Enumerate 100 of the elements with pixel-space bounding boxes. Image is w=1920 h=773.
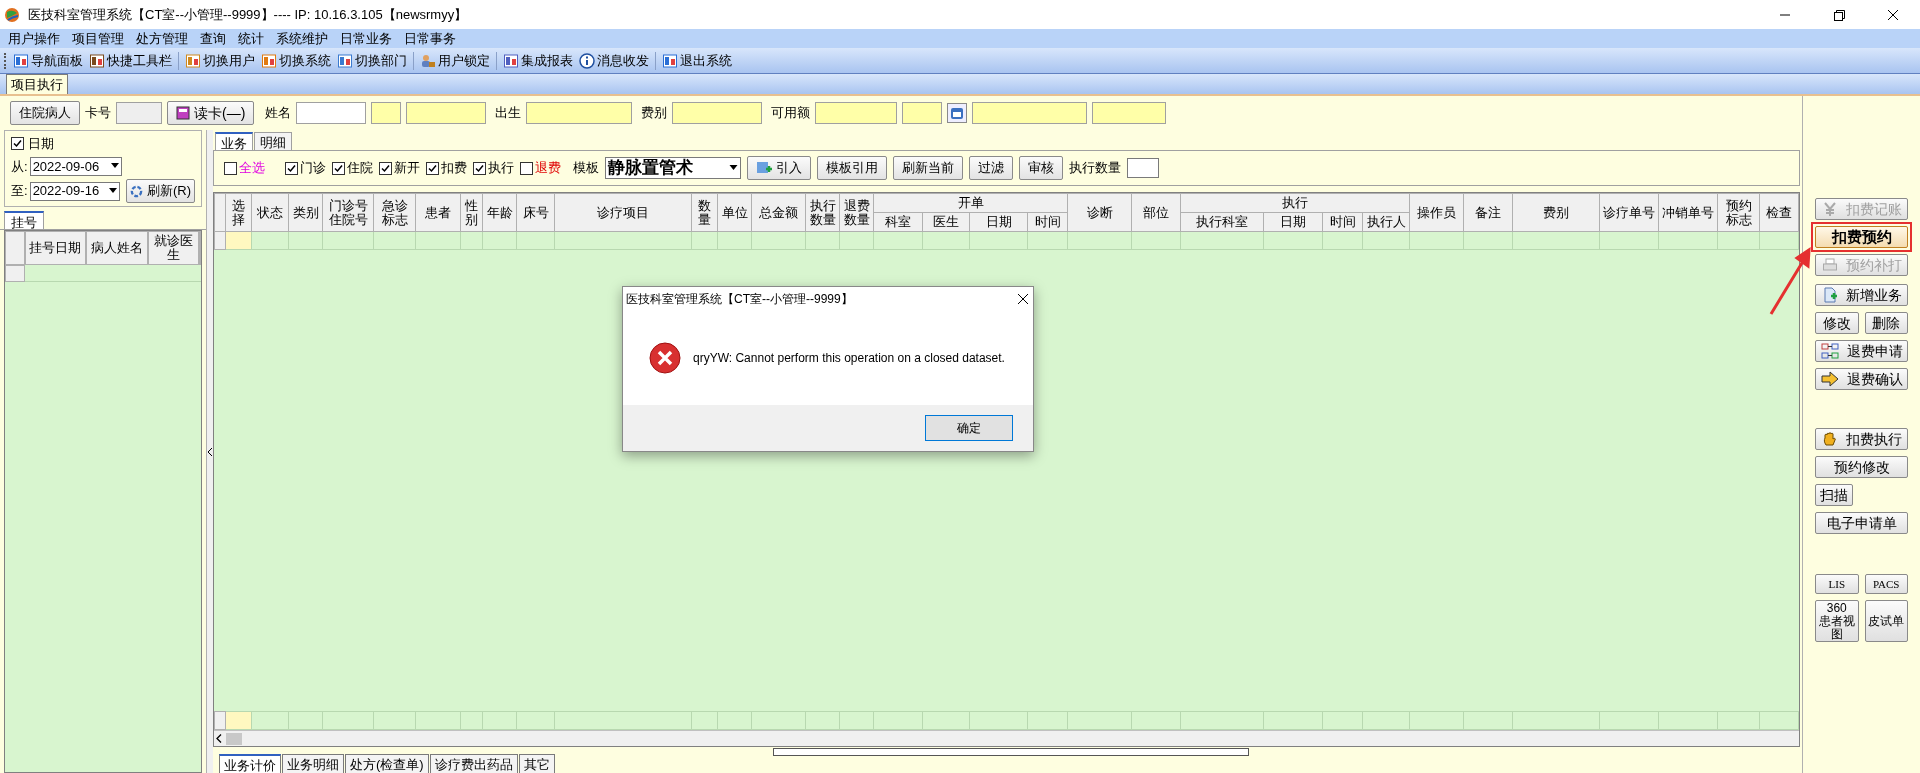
read-card-button[interactable]: 读卡(—) (167, 101, 255, 125)
tab[interactable]: 诊疗费出药品 (429, 754, 518, 773)
column-header: 单位 (717, 193, 752, 232)
menu-item[interactable]: 日常业务 (334, 28, 398, 49)
refresh-button[interactable]: 刷新(R) (125, 179, 195, 203)
column-header: 执行数量 (805, 193, 840, 232)
tab[interactable]: 其它 (518, 754, 555, 773)
sidebar-button[interactable]: 删除 (1864, 312, 1908, 334)
sidebar-button[interactable]: 扣费预约 (1815, 226, 1908, 248)
column-header: 病人姓名 (86, 231, 148, 265)
table-cell (288, 711, 323, 730)
date-picker[interactable]: 2022-09-06 (29, 156, 122, 176)
toolbar-button[interactable]: 刷新当前 (893, 156, 963, 180)
splitter-handle[interactable] (773, 748, 1249, 756)
checkbox-label: 全选 (239, 159, 265, 178)
toolbar-button[interactable]: 退出系统 (660, 50, 734, 71)
text-field[interactable] (1092, 102, 1167, 124)
table-cell (1599, 711, 1659, 730)
toolbar-button[interactable]: 切换部门 (335, 50, 409, 71)
menu-item[interactable]: 日常事务 (398, 28, 462, 49)
text-field[interactable] (972, 102, 1088, 124)
toolbar-button[interactable]: 过滤 (969, 156, 1013, 180)
table-cell (873, 711, 923, 730)
date-picker[interactable]: 2022-09-16 (29, 181, 120, 201)
refresh-icon (129, 184, 143, 198)
text-field[interactable] (526, 102, 633, 124)
table-cell (839, 711, 874, 730)
sidebar-button[interactable]: 皮试单 (1864, 600, 1908, 642)
toolbar-button[interactable]: 用户锁定 (418, 50, 492, 71)
text-field[interactable] (902, 102, 943, 124)
text-field[interactable] (406, 102, 487, 124)
sidebar-button[interactable]: 扫描 (1815, 484, 1853, 506)
checkbox[interactable] (11, 137, 24, 151)
ok-button[interactable]: 确定 (925, 415, 1013, 441)
toolbar-button[interactable]: 引入 (747, 156, 811, 180)
calendar-button[interactable] (947, 103, 968, 123)
toolbar-button[interactable]: 模板引用 (817, 156, 887, 180)
checkbox[interactable] (520, 161, 533, 175)
checkbox[interactable] (285, 161, 298, 175)
menu-item[interactable]: 用户操作 (2, 28, 66, 49)
toolbar-button[interactable]: 导航面板 (11, 50, 85, 71)
menu-item[interactable]: 统计 (232, 28, 270, 49)
toolbar-button[interactable]: 切换用户 (183, 50, 257, 71)
toolbar-button[interactable]: 切换系统 (259, 50, 333, 71)
menu-item[interactable]: 系统维护 (270, 28, 334, 49)
tab[interactable]: 明细 (254, 132, 292, 150)
column-header: 挂号日期 (24, 231, 87, 265)
close-icon[interactable] (1016, 292, 1030, 306)
field-label: 从: (11, 157, 28, 176)
column-header: 总金额 (751, 193, 806, 232)
page-tab[interactable]: 项目执行 (6, 74, 68, 94)
column-header: 诊疗单号 (1599, 193, 1659, 232)
sidebar-button[interactable]: 退费申请 (1815, 340, 1908, 362)
field-label: 模板 (573, 159, 599, 178)
checkbox[interactable] (379, 161, 392, 175)
sidebar-button[interactable]: 360患者视图 (1815, 600, 1859, 642)
text-field[interactable] (815, 102, 898, 124)
panel-icon (13, 52, 29, 69)
text-field[interactable] (672, 102, 763, 124)
sidebar-button[interactable]: 修改 (1815, 312, 1859, 334)
toolbar-button[interactable]: 集成报表 (501, 50, 575, 71)
tab[interactable]: 处方(检查单) (345, 754, 429, 773)
toolbar-button[interactable]: 审核 (1019, 156, 1063, 180)
card-number-field[interactable] (116, 102, 162, 124)
menu-item[interactable]: 处方管理 (130, 28, 194, 49)
menu-item[interactable]: 项目管理 (66, 28, 130, 49)
column-header: 就诊医生 (147, 231, 199, 265)
column-header: 操作员 (1409, 193, 1464, 232)
template-dropdown[interactable]: 静脉置管术 (605, 157, 741, 179)
checkbox[interactable] (426, 161, 439, 175)
scrollbar-thumb[interactable] (226, 732, 242, 745)
text-field[interactable] (371, 102, 402, 124)
sidebar-button[interactable]: 扣费执行 (1815, 428, 1908, 450)
execute-count-field[interactable] (1127, 158, 1159, 178)
checkbox[interactable] (224, 161, 237, 175)
field-label: 至: (11, 182, 28, 201)
menu-item[interactable]: 查询 (194, 28, 232, 49)
checkbox[interactable] (332, 161, 345, 175)
sidebar-button[interactable]: LIS (1815, 574, 1859, 594)
sidebar-button[interactable]: 退费确认 (1815, 368, 1908, 390)
name-field[interactable] (296, 102, 367, 124)
tab[interactable]: 挂号 (4, 211, 44, 229)
column-header: 类别 (288, 193, 323, 232)
table-cell (1463, 711, 1513, 730)
tab[interactable]: 业务明细 (282, 754, 344, 773)
tab[interactable]: 业务计价 (219, 754, 281, 773)
patient-type-button[interactable]: 住院病人 (10, 101, 80, 125)
checkbox[interactable] (473, 161, 486, 175)
tab[interactable]: 业务 (215, 132, 253, 150)
sidebar-button[interactable]: 新增业务 (1815, 284, 1908, 306)
column-header: 冲销单号 (1658, 193, 1718, 232)
column-header: 年龄 (482, 193, 517, 232)
scroll-left-icon[interactable] (216, 734, 222, 743)
field-label: 费别 (641, 104, 668, 123)
toolbar-button[interactable]: 消息收发 (577, 50, 651, 71)
sidebar-button[interactable]: PACS (1864, 574, 1908, 594)
column-header: 状态 (251, 193, 289, 232)
toolbar-button[interactable]: 快捷工具栏 (87, 50, 174, 71)
sidebar-button[interactable]: 电子申请单 (1815, 512, 1908, 534)
sidebar-button[interactable]: 预约修改 (1815, 456, 1908, 478)
